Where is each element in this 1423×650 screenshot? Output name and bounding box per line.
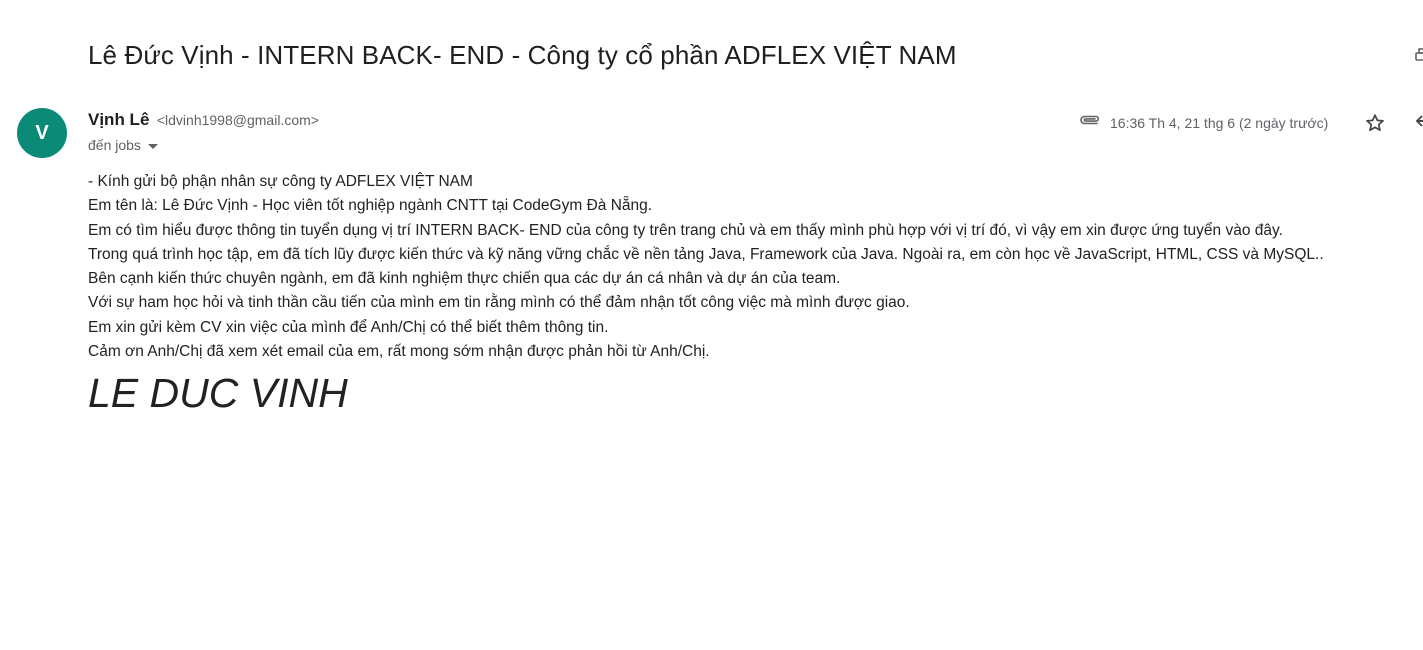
body-line: Bên cạnh kiến thức chuyên ngành, em đã k…: [88, 270, 841, 288]
avatar[interactable]: V: [17, 108, 67, 158]
reply-icon[interactable]: [1414, 113, 1423, 129]
body-line: Em có tìm hiểu được thông tin tuyển dụng…: [88, 221, 1283, 239]
body-line: Với sự ham học hỏi và tinh thần cầu tiến…: [88, 294, 910, 312]
email-date: 16:36 Th 4, 21 thg 6 (2 ngày trước): [1110, 114, 1329, 131]
chevron-down-icon[interactable]: [147, 143, 158, 149]
star-icon[interactable]: [1364, 112, 1386, 134]
body-line: Em xin gửi kèm CV xin việc của mình để A…: [88, 318, 609, 336]
recipient-details-toggle[interactable]: đến jobs: [88, 137, 158, 153]
paperclip-icon: [1078, 112, 1102, 133]
sender-line: Vịnh Lê <ldvinh1998@gmail.com>: [88, 110, 319, 130]
recipient-label: đến jobs: [88, 137, 141, 153]
email-view: Lê Đức Vịnh - INTERN BACK- END - Công ty…: [0, 0, 1423, 650]
email-signature: LE DUC VINH: [88, 370, 348, 416]
print-icon[interactable]: [1414, 48, 1423, 64]
body-line: Cảm ơn Anh/Chị đã xem xét email của em, …: [88, 343, 710, 361]
sender-email: <ldvinh1998@gmail.com>: [156, 112, 319, 128]
email-subject: Lê Đức Vịnh - INTERN BACK- END - Công ty…: [88, 40, 957, 70]
body-line: Trong quá trình học tập, em đã tích lũy …: [88, 245, 1324, 263]
body-line: Em tên là: Lê Đức Vịnh - Học viên tốt ng…: [88, 197, 653, 215]
body-line: - Kính gửi bộ phận nhân sự công ty ADFLE…: [88, 173, 473, 190]
email-meta: 16:36 Th 4, 21 thg 6 (2 ngày trước): [1078, 112, 1328, 133]
email-body: - Kính gửi bộ phận nhân sự công ty ADFLE…: [88, 170, 1324, 364]
sender-name[interactable]: Vịnh Lê: [88, 110, 149, 129]
